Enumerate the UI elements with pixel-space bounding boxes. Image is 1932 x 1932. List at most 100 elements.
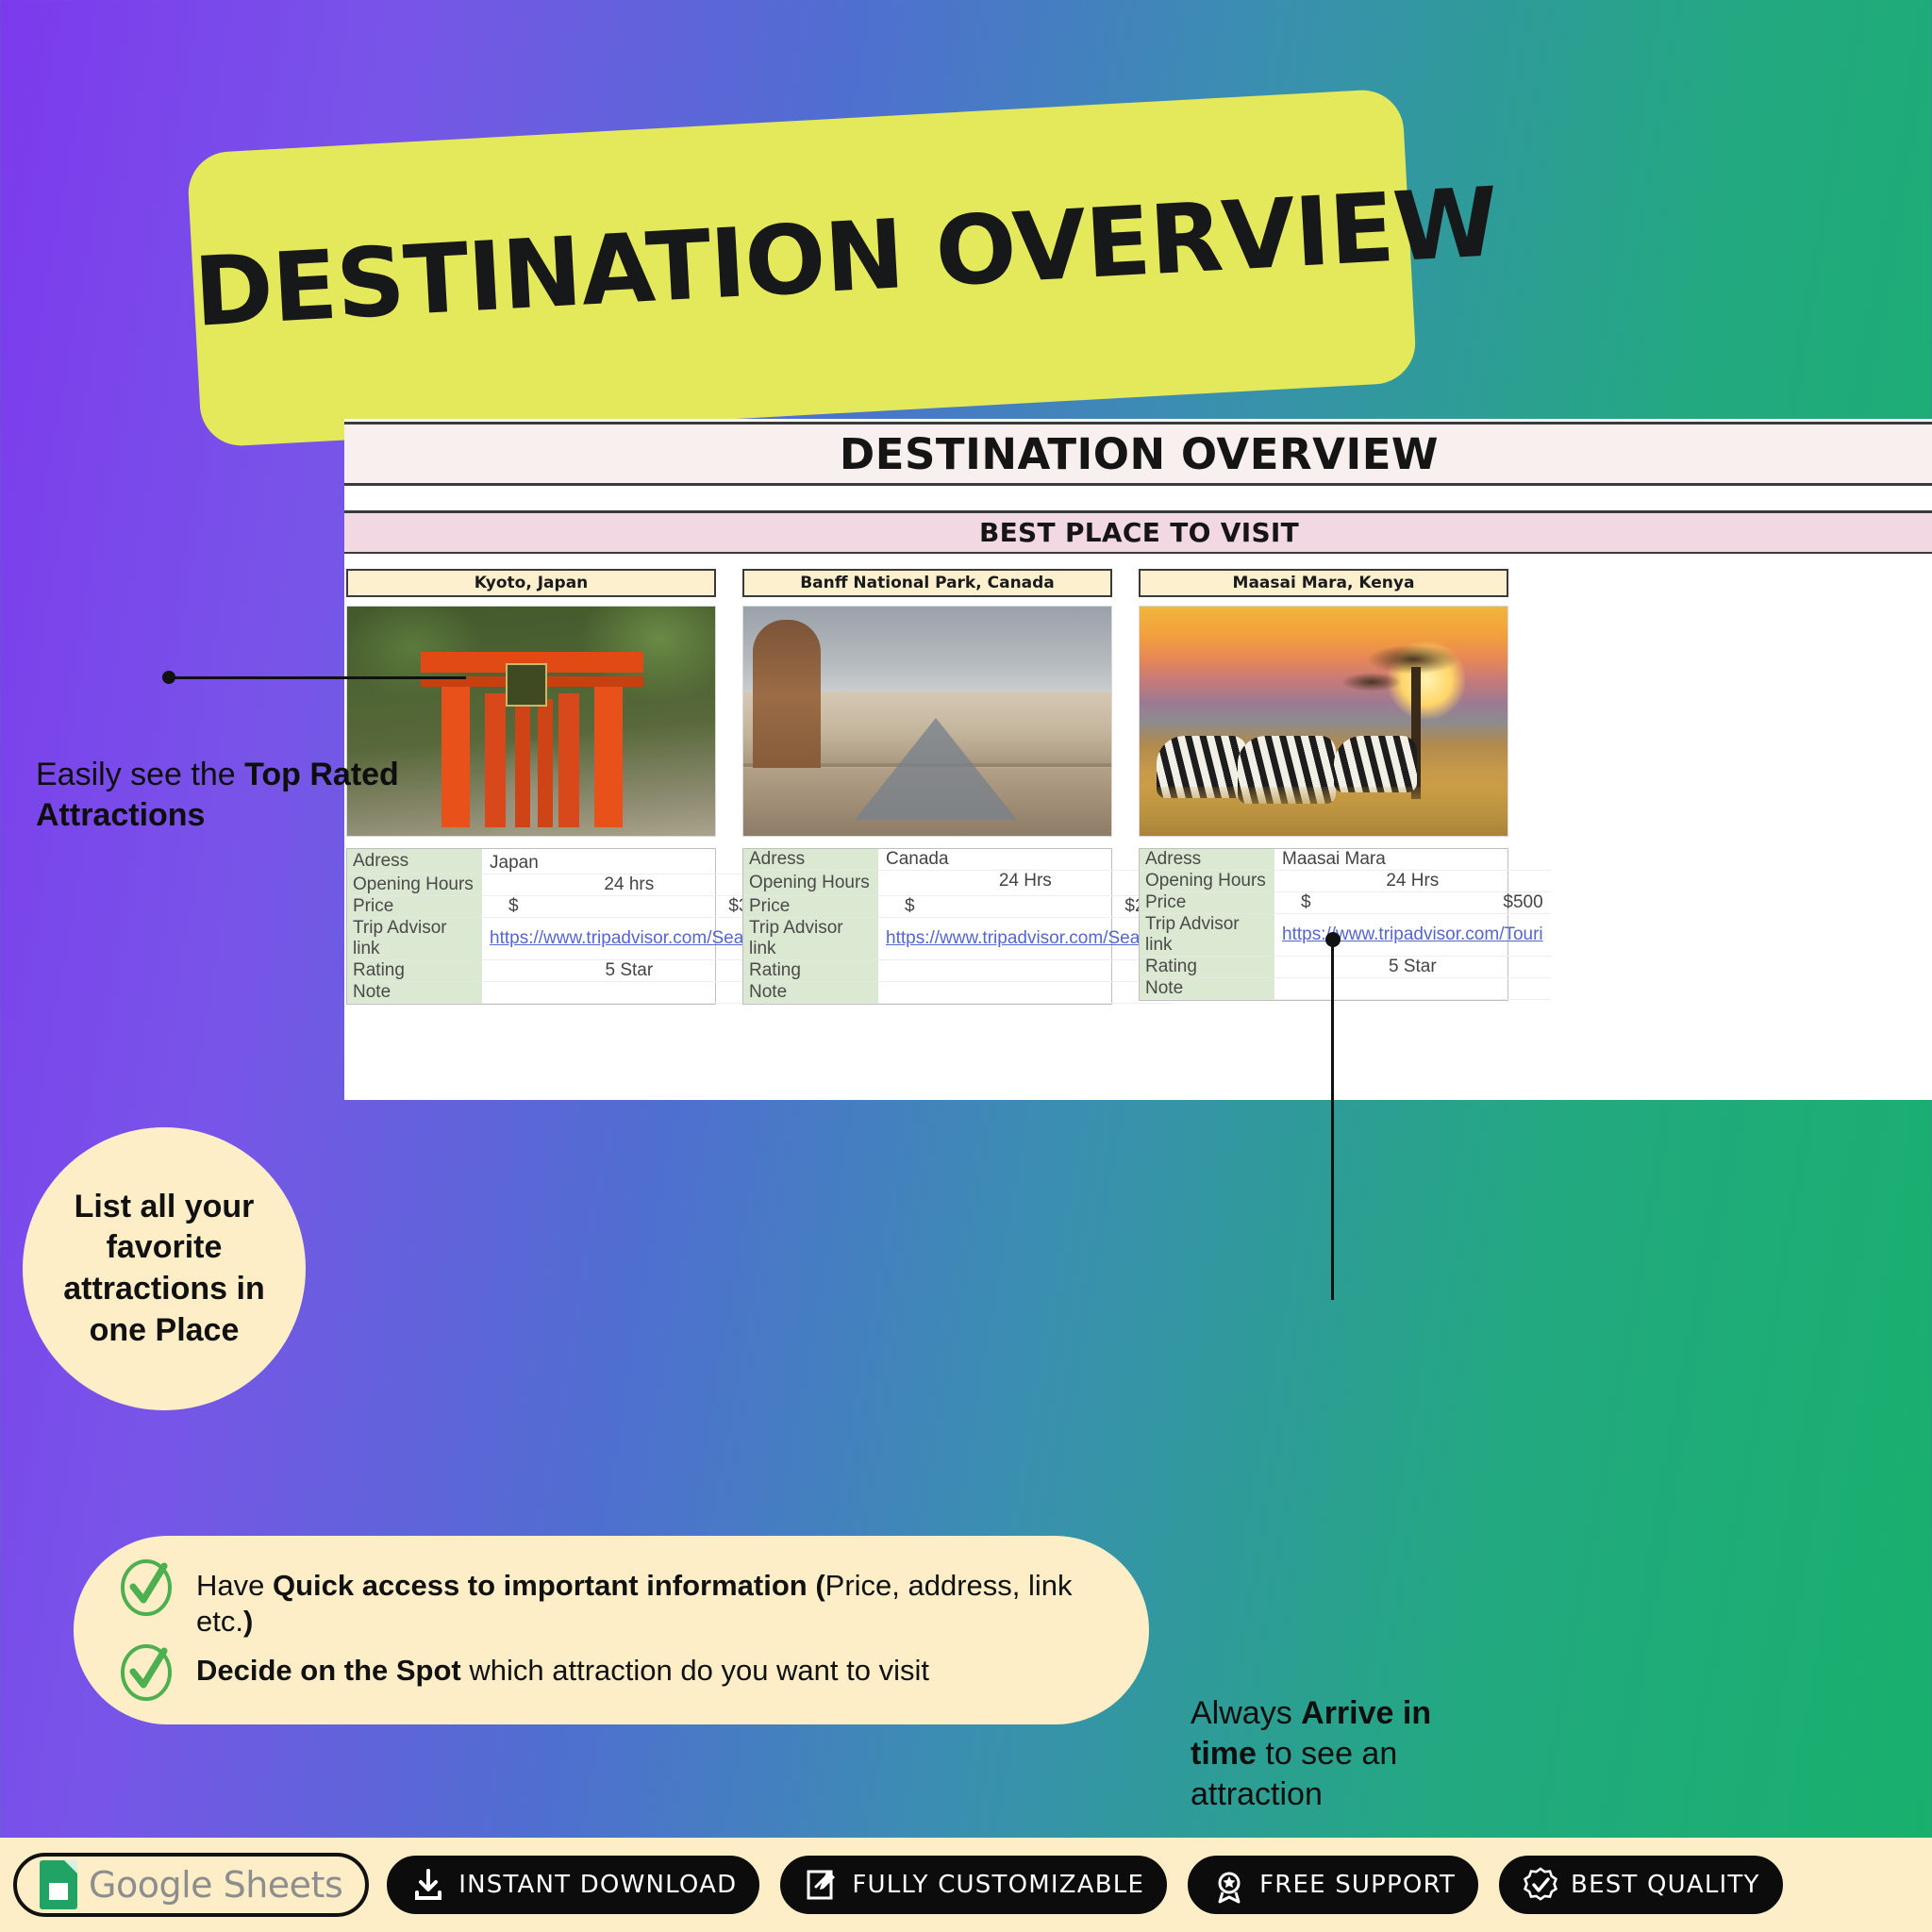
leader-line-top — [162, 651, 466, 684]
row-label-opening-hours: Opening Hours — [347, 874, 482, 896]
row-label-note: Note — [743, 982, 878, 1004]
row-label-rating: Rating — [1140, 957, 1274, 978]
row-value-note[interactable] — [482, 982, 776, 1004]
row-label-address: Adress — [347, 849, 482, 874]
row-value-opening-hours[interactable]: 24 Hrs — [878, 871, 1173, 896]
annotation-right-plain-1: Always — [1191, 1695, 1302, 1731]
tripadvisor-link[interactable]: https://www.tripadvisor.com/Search — [886, 928, 1165, 949]
leader-line-segment — [169, 676, 466, 679]
annotation-top-plain: Easily see the — [36, 757, 245, 792]
benefit-text: Have Quick access to important informati… — [196, 1562, 1106, 1640]
google-sheets-icon — [40, 1860, 77, 1909]
card-header-label: Kyoto, Japan — [474, 574, 589, 592]
card-info-table: Adress Maasai Mara Opening Hours 24 Hrs … — [1139, 848, 1551, 1001]
badge-google-sheets[interactable]: Google Sheets — [13, 1853, 370, 1917]
badge-label: INSTANT DOWNLOAD — [458, 1871, 738, 1899]
card-info-table: Adress Japan Opening Hours 24 hrs Price … — [346, 848, 776, 1005]
row-value-price[interactable]: $ $500 — [1274, 892, 1551, 914]
row-label-address: Adress — [743, 849, 878, 871]
badge-label: FREE SUPPORT — [1259, 1871, 1457, 1899]
row-value-rating[interactable] — [878, 960, 1173, 982]
leader-line-right — [1325, 932, 1341, 1300]
benefit-bold-2: ) — [242, 1604, 254, 1638]
row-value-tripadvisor-link[interactable]: https://www.tripadvisor.com/Touri — [1274, 914, 1551, 957]
benefit-plain-1: Have — [196, 1569, 273, 1602]
leader-line-segment — [1331, 940, 1334, 1300]
row-value-price[interactable]: $ $250 — [878, 896, 1173, 918]
row-label-tripadvisor-link: Trip Advisor link — [347, 918, 482, 960]
price-symbol: $ — [905, 896, 915, 916]
price-symbol: $ — [1301, 892, 1311, 912]
badge-label: Google Sheets — [89, 1864, 343, 1906]
badge-label: FULLY CUSTOMIZABLE — [852, 1871, 1145, 1899]
tripadvisor-link[interactable]: https://www.tripadvisor.com/Touri — [1282, 924, 1543, 945]
benefit-text: Decide on the Spot which attraction do y… — [196, 1647, 929, 1689]
badge-label: BEST QUALITY — [1571, 1871, 1760, 1899]
badge-fully-customizable[interactable]: FULLY CUSTOMIZABLE — [777, 1853, 1171, 1917]
benefit-bold-1: Quick access to important information ( — [272, 1569, 825, 1602]
price-amount: $500 — [1503, 892, 1543, 912]
row-value-price[interactable]: $ $300 — [482, 896, 776, 918]
benefit-item: Decide on the Spot which attraction do y… — [117, 1643, 1106, 1702]
row-label-price: Price — [1140, 892, 1274, 914]
benefits-pill: Have Quick access to important informati… — [74, 1536, 1149, 1724]
row-label-rating: Rating — [347, 960, 482, 982]
row-value-address[interactable]: Japan — [482, 849, 776, 874]
plaza-ground — [743, 768, 1111, 836]
row-label-price: Price — [347, 896, 482, 918]
sheet-section-band: BEST PLACE TO VISIT — [344, 510, 1932, 554]
row-label-price: Price — [743, 896, 878, 918]
title-banner: DESTINATION OVERVIEW — [186, 88, 1500, 448]
sheet-title: DESTINATION OVERVIEW — [839, 428, 1440, 479]
benefit-plain-2: which attraction do you want to visit — [460, 1653, 929, 1687]
annotation-circle-badge: List all your favorite attractions in on… — [23, 1127, 306, 1410]
badge-free-support[interactable]: FREE SUPPORT — [1185, 1853, 1482, 1917]
row-value-opening-hours[interactable]: 24 Hrs — [1274, 871, 1551, 892]
quality-seal-icon — [1522, 1866, 1559, 1904]
tripadvisor-link[interactable]: https://www.tripadvisor.com/Search — [490, 928, 769, 949]
row-label-tripadvisor-link: Trip Advisor link — [743, 918, 878, 960]
check-circle-icon — [117, 1643, 175, 1702]
row-label-note: Note — [1140, 978, 1274, 1000]
row-value-tripadvisor-link[interactable]: https://www.tripadvisor.com/Search — [878, 918, 1173, 960]
row-value-tripadvisor-link[interactable]: https://www.tripadvisor.com/Search — [482, 918, 776, 960]
support-badge-icon — [1210, 1866, 1248, 1904]
row-label-tripadvisor-link: Trip Advisor link — [1140, 914, 1274, 957]
destination-card[interactable]: Maasai Mara, Kenya Adress Maasai Mara Op… — [1139, 569, 1551, 1005]
spreadsheet-preview[interactable]: DESTINATION OVERVIEW BEST PLACE TO VISIT… — [344, 419, 1932, 1100]
card-header-label: Banff National Park, Canada — [800, 574, 1055, 592]
card-header[interactable]: Maasai Mara, Kenya — [1139, 569, 1508, 597]
download-icon — [409, 1866, 447, 1904]
edit-document-icon — [803, 1866, 841, 1904]
badge-best-quality[interactable]: BEST QUALITY — [1496, 1853, 1786, 1917]
row-value-opening-hours[interactable]: 24 hrs — [482, 874, 776, 896]
row-label-rating: Rating — [743, 960, 878, 982]
sheet-spacer-row-2 — [344, 554, 1932, 569]
destination-cards: Kyoto, Japan Adress Japan Opening Hours … — [344, 569, 1932, 1005]
louvre-pyramid-photo — [742, 606, 1112, 837]
row-label-note: Note — [347, 982, 482, 1004]
card-header-label: Maasai Mara, Kenya — [1232, 574, 1415, 592]
destination-card[interactable]: Banff National Park, Canada Adress Canad… — [742, 569, 1173, 1005]
sheet-spacer-row — [344, 486, 1932, 510]
row-label-address: Adress — [1140, 849, 1274, 871]
card-header[interactable]: Banff National Park, Canada — [742, 569, 1112, 597]
row-value-note[interactable] — [878, 982, 1173, 1004]
row-value-rating[interactable]: 5 Star — [1274, 957, 1551, 978]
annotation-arrive-in-time: Always Arrive in time to see an attracti… — [1191, 1693, 1502, 1814]
price-symbol: $ — [508, 896, 519, 916]
row-value-address[interactable]: Maasai Mara — [1274, 849, 1551, 871]
section-label: BEST PLACE TO VISIT — [978, 517, 1300, 548]
sheet-title-row: DESTINATION OVERVIEW — [344, 422, 1932, 486]
annotation-circle-text: List all your favorite attractions in on… — [63, 1188, 265, 1348]
annotation-top-rated: Easily see the Top Rated Attractions — [36, 755, 451, 835]
badge-instant-download[interactable]: INSTANT DOWNLOAD — [384, 1853, 763, 1917]
benefit-item: Have Quick access to important informati… — [117, 1559, 1106, 1640]
row-value-address[interactable]: Canada — [878, 849, 1173, 871]
zebra-shape — [1334, 736, 1417, 792]
row-label-opening-hours: Opening Hours — [1140, 871, 1274, 892]
card-header[interactable]: Kyoto, Japan — [346, 569, 716, 597]
row-value-rating[interactable]: 5 Star — [482, 960, 776, 982]
row-value-note[interactable] — [1274, 978, 1551, 1000]
benefit-bold-1: Decide on the Spot — [196, 1653, 461, 1687]
